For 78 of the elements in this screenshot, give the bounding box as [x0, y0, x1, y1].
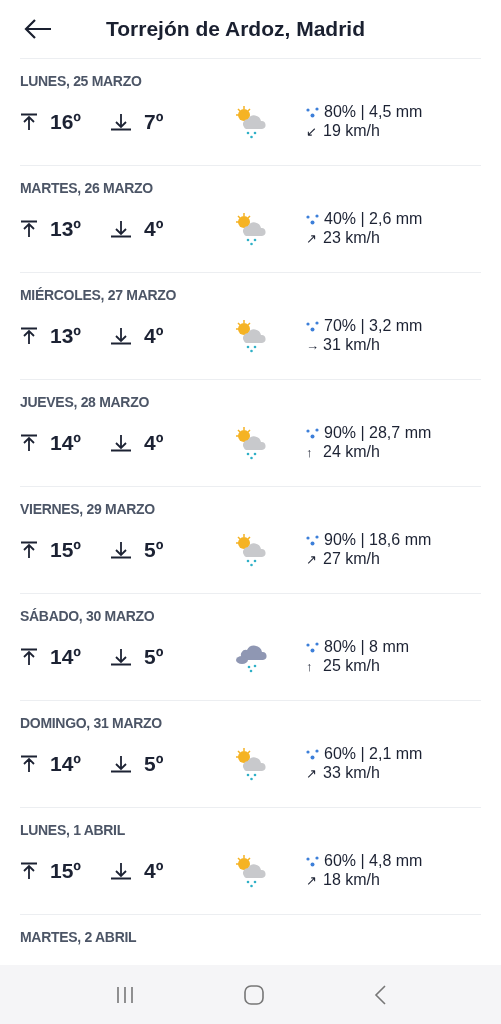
min-temperature-icon — [110, 861, 132, 880]
wind-direction-arrow: ↙ — [306, 123, 318, 139]
wind-speed: 19 km/h — [323, 122, 380, 140]
home-icon[interactable] — [244, 984, 265, 1005]
max-temperature-icon — [20, 861, 38, 880]
day-date: MARTES, 26 MARZO — [20, 180, 153, 196]
wind-direction-arrow: → — [306, 337, 318, 353]
wind-direction-arrow: ↑ — [306, 658, 314, 674]
max-temperature-icon — [20, 326, 38, 345]
wind-speed: 33 km/h — [323, 764, 380, 782]
min-temperature-icon — [110, 540, 132, 559]
max-temperature-icon — [20, 112, 38, 131]
max-temperature-icon — [20, 433, 38, 452]
raindrops-icon — [306, 427, 319, 439]
raindrops-icon — [306, 855, 319, 867]
max-temperature-icon — [20, 647, 38, 666]
wind-speed: 25 km/h — [323, 657, 380, 675]
min-temperature: 7º — [144, 109, 165, 134]
precipitation: 90% | 28,7 mm — [324, 424, 432, 442]
max-temperature: 13º — [50, 216, 83, 241]
wind-direction-arrow: ↑ — [306, 444, 314, 460]
wind-direction-arrow: ↗ — [306, 765, 318, 781]
precipitation: 60% | 2,1 mm — [324, 745, 423, 763]
day-date: DOMINGO, 31 MARZO — [20, 715, 162, 731]
precipitation: 40% | 2,6 mm — [324, 210, 423, 228]
min-temperature: 5º — [144, 751, 165, 776]
min-temperature: 4º — [144, 858, 165, 883]
min-temperature-icon — [110, 647, 132, 666]
max-temperature: 14º — [50, 751, 83, 776]
raindrops-icon — [306, 534, 319, 546]
raindrops-icon — [306, 106, 319, 118]
max-temperature: 15º — [50, 537, 83, 562]
min-temperature-icon — [110, 219, 132, 238]
day-date: MIÉRCOLES, 27 MARZO — [20, 287, 177, 303]
max-temperature-icon — [20, 754, 38, 773]
min-temperature: 4º — [144, 216, 165, 241]
wind-speed: 24 km/h — [323, 443, 380, 461]
precipitation: 90% | 18,6 mm — [324, 531, 432, 549]
raindrops-icon — [306, 213, 319, 225]
wind-speed: 27 km/h — [323, 550, 380, 568]
day-date: LUNES, 25 MARZO — [20, 73, 142, 89]
max-temperature: 14º — [50, 430, 83, 455]
back-arrow-icon[interactable] — [24, 18, 52, 40]
wind-direction-arrow: ↗ — [306, 230, 318, 246]
min-temperature-icon — [110, 754, 132, 773]
min-temperature: 5º — [144, 644, 165, 669]
day-date: SÁBADO, 30 MARZO — [20, 608, 155, 624]
recent-apps-icon[interactable] — [114, 985, 135, 1004]
day-date: MARTES, 2 ABRIL — [20, 929, 137, 945]
min-temperature-icon — [110, 326, 132, 345]
min-temperature-icon — [110, 433, 132, 452]
wind-direction-arrow: ↗ — [306, 551, 318, 567]
day-date: LUNES, 1 ABRIL — [20, 822, 125, 838]
raindrops-icon — [306, 320, 319, 332]
min-temperature: 5º — [144, 537, 165, 562]
day-date: JUEVES, 28 MARZO — [20, 394, 149, 410]
raindrops-icon — [306, 748, 319, 760]
wind-speed: 31 km/h — [323, 336, 380, 354]
wind-speed: 23 km/h — [323, 229, 380, 247]
wind-direction-arrow: ↗ — [306, 872, 318, 888]
max-temperature: 14º — [50, 644, 83, 669]
day-date: VIERNES, 29 MARZO — [20, 501, 155, 517]
max-temperature-icon — [20, 219, 38, 238]
back-icon[interactable] — [374, 984, 387, 1005]
wind-speed: 18 km/h — [323, 871, 380, 889]
raindrops-icon — [306, 641, 319, 653]
precipitation: 60% | 4,8 mm — [324, 852, 423, 870]
precipitation: 80% | 8 mm — [324, 638, 410, 656]
location-title: Torrejón de Ardoz, Madrid — [106, 17, 365, 41]
min-temperature: 4º — [144, 323, 165, 348]
max-temperature-icon — [20, 540, 38, 559]
min-temperature: 4º — [144, 430, 165, 455]
min-temperature-icon — [110, 112, 132, 131]
max-temperature: 16º — [50, 109, 83, 134]
precipitation: 70% | 3,2 mm — [324, 317, 423, 335]
precipitation: 80% | 4,5 mm — [324, 103, 423, 121]
max-temperature: 13º — [50, 323, 83, 348]
max-temperature: 15º — [50, 858, 83, 883]
